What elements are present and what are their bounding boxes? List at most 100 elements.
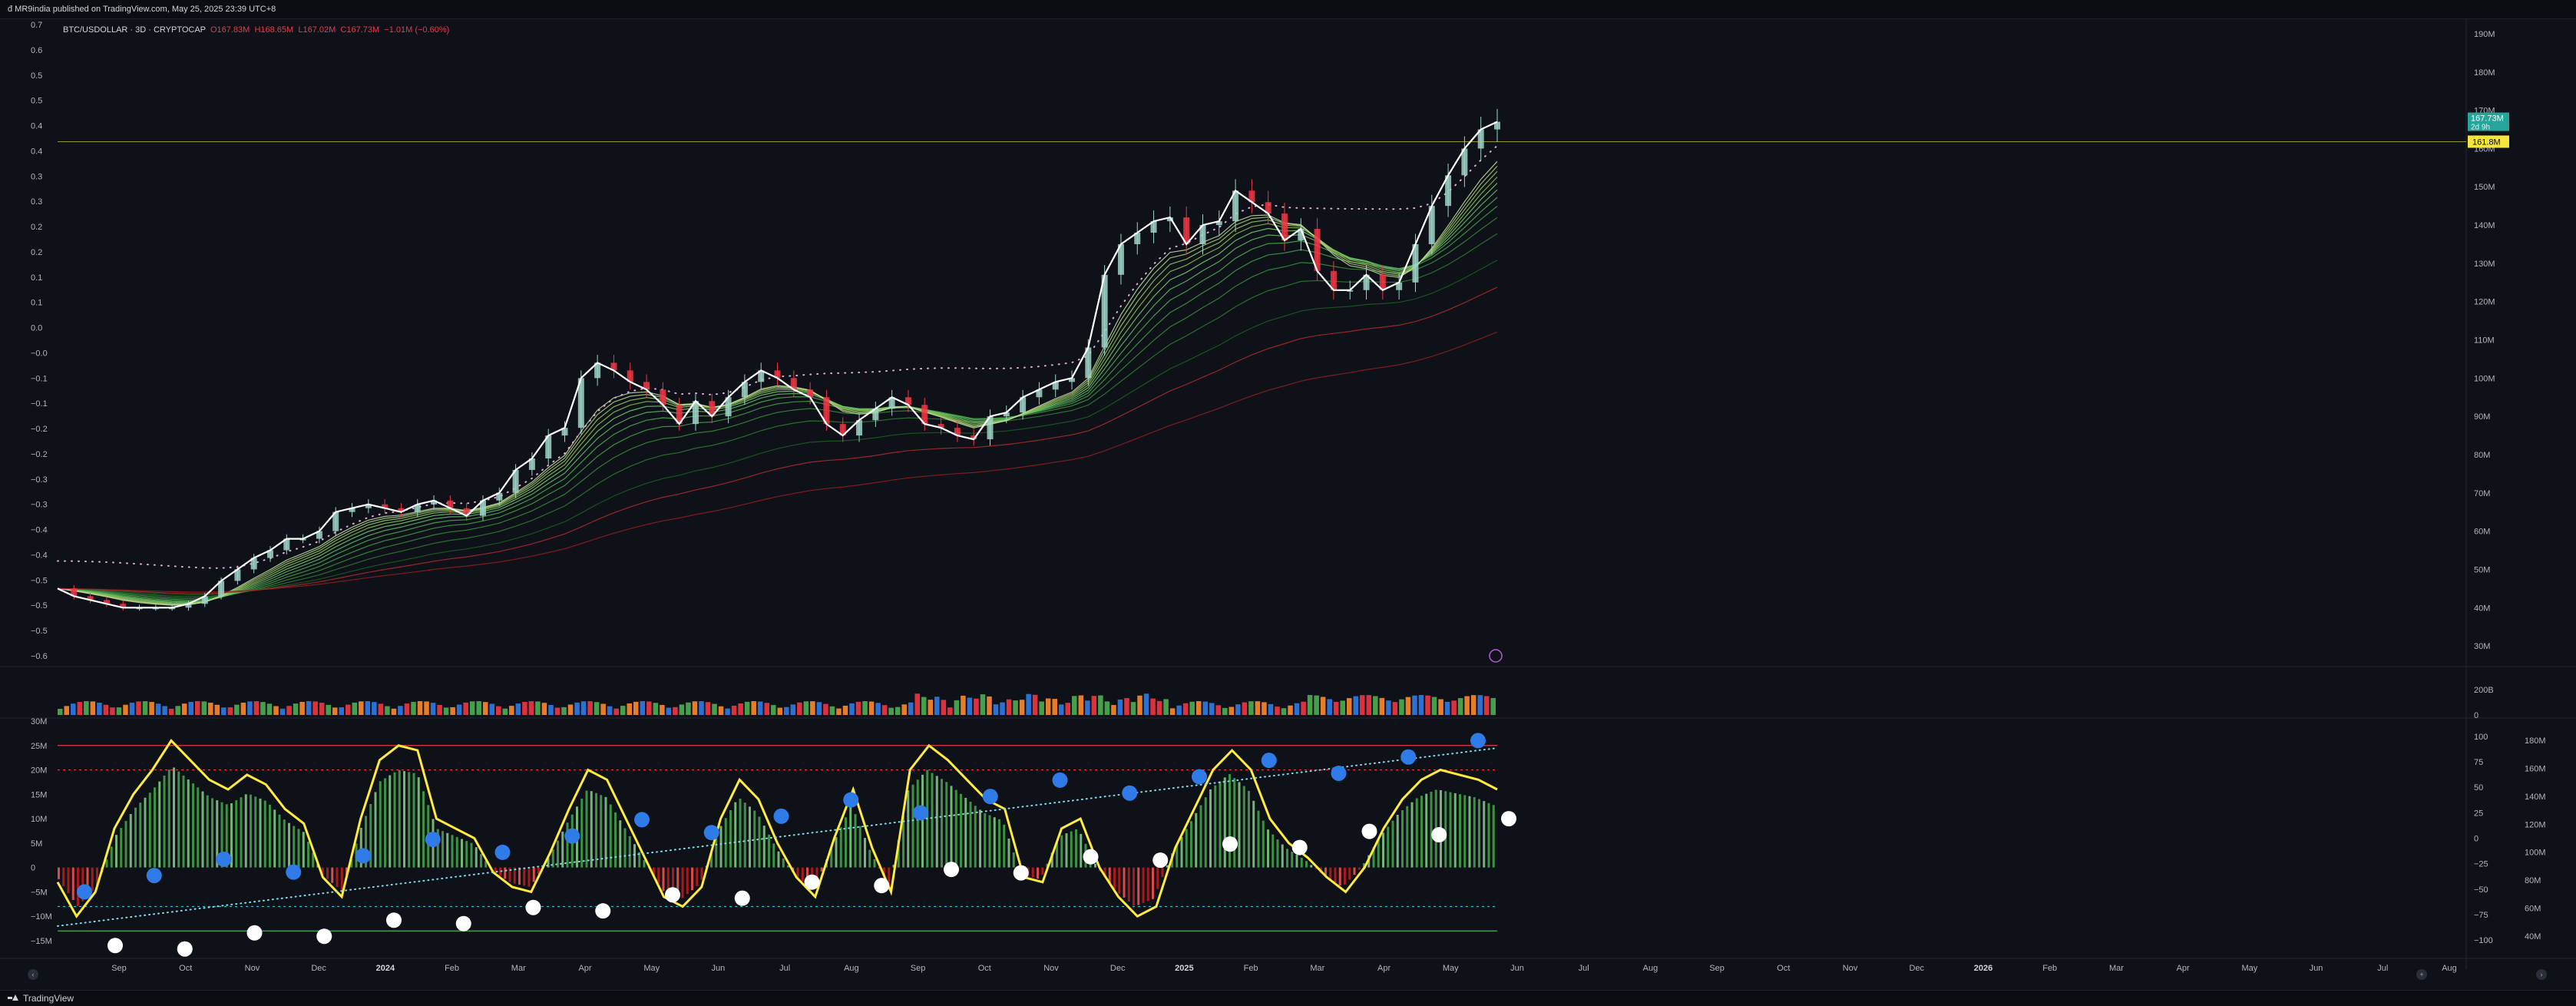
scroll-right-button[interactable]: › <box>2536 969 2547 980</box>
volume-bar <box>974 698 979 715</box>
time-axis-tick: Aug <box>844 964 859 973</box>
osc-middle-tick: −50 <box>2474 885 2488 895</box>
histogram-bar <box>398 769 401 868</box>
time-axis-tick: Feb <box>2042 964 2057 973</box>
time-axis-tick: 2024 <box>376 964 395 973</box>
volume-bar <box>1104 701 1110 715</box>
volume-bar <box>1000 702 1005 715</box>
volume-axis-tick: 200B <box>2474 686 2494 695</box>
histogram-bar <box>1152 867 1154 899</box>
volume-bar <box>496 706 501 715</box>
histogram-bar <box>446 832 449 868</box>
white-dot <box>525 899 541 915</box>
histogram-bar <box>518 867 521 885</box>
time-axis-tick: Jul <box>779 964 790 973</box>
histogram-bar <box>845 817 847 868</box>
histogram-bar <box>969 802 972 868</box>
histogram-bar <box>1401 809 1404 868</box>
histogram-bar <box>293 826 296 868</box>
volume-bar <box>829 706 835 715</box>
time-axis-tick: Jun <box>1510 964 1524 973</box>
histogram-bar <box>743 802 746 868</box>
left-axis-tick: 0.1 <box>31 299 42 308</box>
blue-dot <box>564 828 580 844</box>
volume-bar <box>1457 698 1463 715</box>
time-axis-tick: 2025 <box>1175 964 1193 973</box>
histogram-bar <box>240 797 243 868</box>
osc-right-tick: 60M <box>2525 905 2541 914</box>
histogram-bar <box>1459 794 1461 868</box>
volume-bar <box>738 703 743 715</box>
histogram-bar <box>393 772 396 868</box>
volume-bar <box>1189 701 1195 715</box>
blue-dot <box>425 832 441 848</box>
volume-bar <box>1288 705 1293 715</box>
brand-name: TradingView <box>23 993 74 1004</box>
volume-bar <box>797 702 802 715</box>
volume-bar <box>266 703 273 715</box>
high-value: H168.65M <box>254 25 294 35</box>
volume-bar <box>764 703 769 715</box>
histogram-bar <box>254 796 257 868</box>
volume-bar <box>731 706 737 715</box>
histogram-bar <box>1137 867 1140 905</box>
histogram-bar <box>187 779 190 868</box>
volume-bar <box>1451 700 1457 715</box>
zoom-in-button[interactable]: + <box>2416 969 2427 980</box>
left-axis-tick: 0.7 <box>31 21 42 30</box>
scroll-left-button[interactable]: ‹ <box>28 969 38 980</box>
histogram-bar <box>326 867 329 879</box>
ma-ribbon-line <box>57 197 1498 602</box>
histogram-bar <box>192 783 194 868</box>
histogram-bar <box>623 828 627 868</box>
white-dot <box>1222 836 1238 852</box>
histogram-bar <box>1478 799 1480 868</box>
white-dot <box>1013 865 1029 881</box>
histogram-bar <box>269 804 271 868</box>
osc-right-tick: 100M <box>2525 849 2546 858</box>
histogram-bar <box>1161 867 1164 878</box>
volume-bar <box>653 703 659 715</box>
histogram-bar <box>283 819 286 868</box>
price-series <box>57 108 2466 611</box>
histogram-bar <box>858 826 861 868</box>
histogram-bar <box>1127 867 1130 902</box>
histogram-bar <box>336 867 339 887</box>
histogram-bar <box>954 789 957 868</box>
white-dot <box>316 928 332 945</box>
histogram-bar <box>1387 826 1390 868</box>
osc-left-tick: 20M <box>31 766 47 776</box>
histogram-bar <box>873 859 876 868</box>
histogram-bar <box>408 772 411 868</box>
histogram-bar <box>302 832 305 868</box>
volume-bar <box>515 703 521 715</box>
histogram-bar <box>864 838 866 868</box>
symbol-legend: BTC/USDOLLAR · 3D · CRYPTOCAP O167.83M H… <box>63 25 449 35</box>
histogram-bar <box>1329 867 1332 880</box>
chart-area[interactable]: 190M180M170M160M150M140M130M120M110M100M… <box>0 18 2576 991</box>
volume-bar <box>1182 703 1189 715</box>
histogram-bar <box>1037 867 1039 879</box>
time-axis-tick: Sep <box>111 964 127 973</box>
left-axis-tick: −0.1 <box>31 399 48 409</box>
histogram-bar <box>91 867 94 892</box>
publish-info: đ MR9india published on TradingView.com,… <box>8 5 276 14</box>
volume-bar <box>1477 695 1483 715</box>
histogram-bar <box>1238 782 1241 868</box>
volume-bar <box>1130 702 1136 715</box>
tradingview-logo[interactable]: TradingView <box>8 991 74 1006</box>
histogram-bar <box>758 816 761 868</box>
white-dot <box>1501 811 1516 827</box>
volume-bar <box>580 701 587 715</box>
histogram-bar <box>839 827 842 868</box>
histogram-bar <box>504 867 507 879</box>
volume-bar <box>1098 695 1103 715</box>
time-axis-tick: Oct <box>179 964 192 973</box>
volume-bar <box>129 702 135 715</box>
volume-bar <box>1431 697 1437 715</box>
volume-bar <box>699 701 704 715</box>
ma-ribbon-line <box>57 189 1498 603</box>
volume-bar <box>1078 695 1084 715</box>
histogram-bar <box>1406 806 1409 868</box>
volume-bar <box>64 706 70 715</box>
